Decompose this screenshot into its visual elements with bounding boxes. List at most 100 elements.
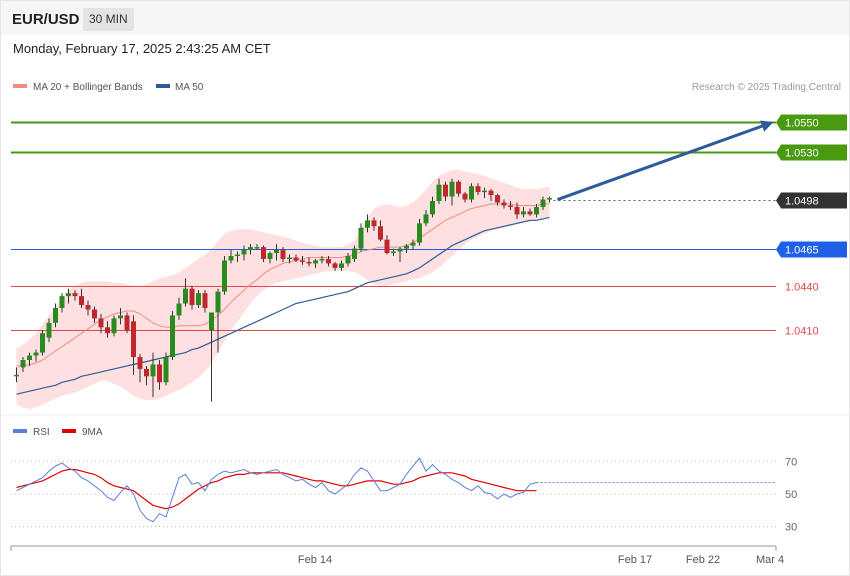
candle-body [274, 250, 279, 254]
candle-body [27, 355, 32, 360]
rsi-tick-label-50: 50 [785, 489, 797, 501]
candle-body [527, 211, 533, 215]
rsi-lines [16, 457, 776, 523]
candle-body [267, 253, 273, 259]
candle-body [462, 193, 468, 200]
candle-body [397, 248, 403, 252]
candle-body [508, 205, 513, 207]
candle-body [352, 248, 357, 259]
candle-body [345, 256, 351, 264]
candle-body [332, 263, 338, 268]
candle-body [404, 245, 409, 249]
rsi-ma-legend-label: 9MA [82, 427, 103, 438]
candle-body [131, 321, 136, 358]
x-tick-label: Feb 22 [686, 554, 720, 566]
candle-body [163, 357, 169, 383]
candle-body [521, 211, 526, 215]
price-chart: MA 20 + Bollinger Bands MA 50 Research ©… [1, 82, 849, 566]
candle-body [150, 364, 156, 377]
price-labels: 1.0550 1.0530 1.0498 1.0465 1.0440 1.0410 [776, 114, 847, 338]
candle-body [410, 242, 416, 246]
main-legend: MA 20 + Bollinger Bands MA 50 [13, 82, 204, 93]
candle-body [105, 327, 110, 334]
rsi-ma-legend-swatch [62, 429, 76, 433]
candle-body [326, 258, 331, 264]
candle-body [124, 315, 130, 331]
candle-body [215, 291, 221, 313]
candle-body [456, 181, 461, 194]
candle-body [371, 220, 377, 227]
candle-body [436, 184, 442, 202]
forecast-arrow [556, 120, 774, 201]
candle-body [319, 258, 325, 261]
candle-body [280, 250, 286, 259]
level-label-1.0498: 1.0498 [785, 196, 819, 208]
candle-body [183, 288, 188, 304]
candle-body [196, 293, 201, 306]
candle-body [261, 247, 266, 259]
candle-body [33, 352, 39, 356]
candle-body [59, 296, 65, 308]
candle-body [137, 357, 143, 369]
ma50-legend-label: MA 50 [175, 82, 204, 93]
candle-body [514, 206, 520, 215]
x-axis-ticks: Feb 14 Feb 17 Feb 22 Mar 4 [298, 554, 784, 566]
candle-body [98, 318, 104, 328]
candle-body [248, 247, 253, 251]
x-tick-label: Feb 17 [618, 554, 652, 566]
candle-body [157, 364, 162, 383]
candle-body [443, 184, 448, 197]
rsi-grid: 70 50 30 [11, 456, 797, 534]
candle-body [417, 223, 422, 243]
candle-body [365, 220, 370, 228]
candle-body [72, 293, 78, 297]
candle-body [202, 293, 208, 308]
candle-body [313, 260, 318, 264]
rsi-line [16, 457, 537, 523]
rsi-tick-label-70: 70 [785, 456, 797, 468]
candle-body [111, 318, 117, 334]
candle-body [241, 250, 247, 255]
candle-body [66, 293, 71, 297]
level-label-1.0465: 1.0465 [785, 245, 819, 257]
rsi-legend-label: RSI [33, 427, 50, 438]
ma50-legend-swatch [156, 84, 170, 88]
candle-body [20, 360, 26, 368]
candle-body [53, 308, 58, 323]
x-tick-label: Mar 4 [756, 554, 784, 566]
level-label-1.0530: 1.0530 [785, 148, 819, 160]
candle-body [423, 214, 429, 224]
candle-body [85, 305, 91, 310]
candle-body [378, 226, 383, 240]
candle-body [118, 315, 123, 319]
candle-body [228, 256, 234, 261]
rsi-legend-swatch [13, 429, 27, 433]
rsi-legend: RSI 9MA [13, 427, 103, 438]
candle-body [46, 322, 52, 338]
candle-body [222, 260, 227, 292]
candle-body [254, 247, 260, 249]
candle-body [391, 251, 396, 254]
candle-body [495, 195, 500, 203]
candle-body [358, 227, 364, 249]
rsi-ma-line [16, 468, 537, 510]
candle-body [430, 201, 435, 215]
level-label-1.0440: 1.0440 [785, 282, 819, 294]
candle-body [501, 202, 507, 206]
ma20-legend-label: MA 20 + Bollinger Bands [33, 82, 143, 93]
candle-body [79, 296, 84, 306]
candle-body [482, 190, 487, 193]
candle-body [488, 190, 494, 196]
ma20-legend-swatch [13, 84, 27, 88]
candle-body [384, 239, 390, 254]
candle-body [547, 198, 552, 200]
candle-body [339, 263, 344, 268]
candle-body [170, 315, 175, 358]
candle-body [176, 303, 182, 316]
candle-body [92, 309, 97, 319]
candle-body [14, 374, 19, 377]
candle-body [287, 257, 292, 259]
candle-body [300, 260, 305, 262]
level-label-1.0550: 1.0550 [785, 118, 819, 130]
candle-body [40, 333, 45, 353]
